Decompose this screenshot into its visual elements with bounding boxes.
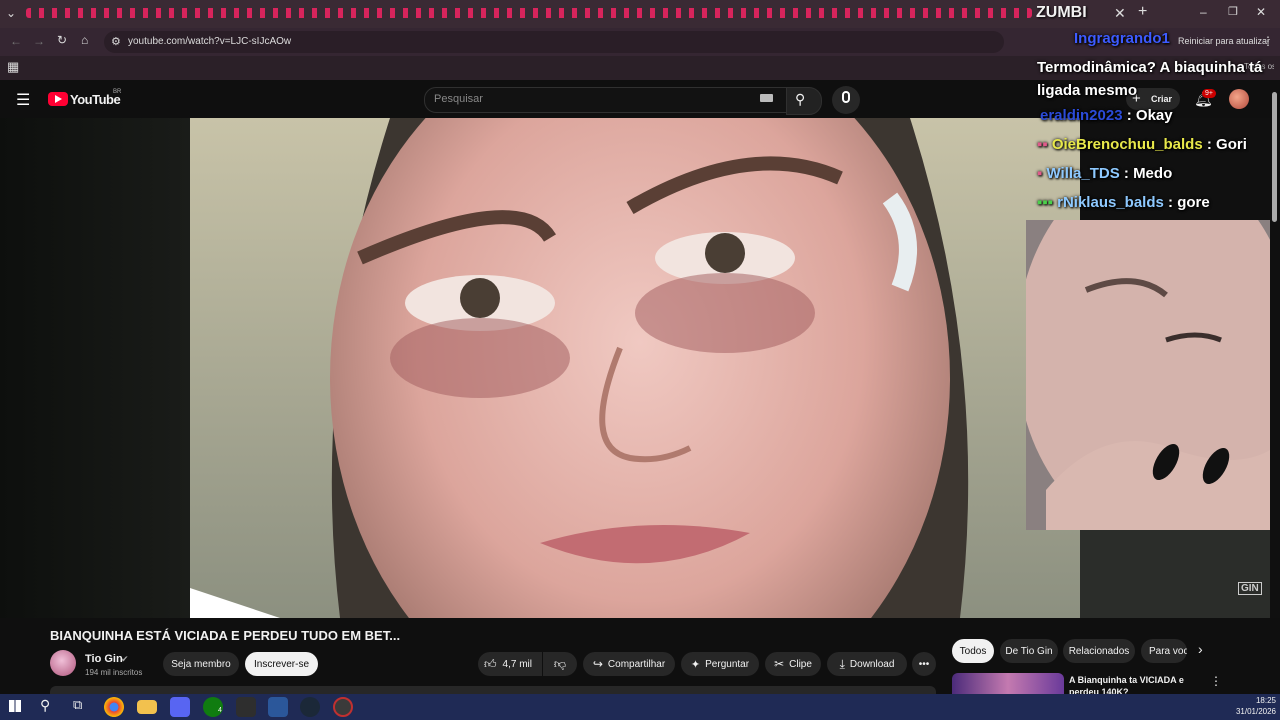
more-actions-icon[interactable]: •••: [912, 652, 936, 676]
chat-line-5: ▪︎▪︎▪︎ rNiklaus_balds : gore: [1037, 194, 1210, 211]
chat-username: Ingragrando1: [1074, 30, 1170, 47]
task-view-icon[interactable]: ⧉: [73, 697, 82, 713]
ask-button[interactable]: ✦ Perguntar: [681, 652, 759, 676]
discord-icon[interactable]: [170, 697, 190, 717]
chat-user-1: Ingragrando1: [1074, 30, 1170, 47]
webcam-overlay: [1026, 220, 1270, 530]
update-button[interactable]: Reiniciar para atualizar: [1178, 36, 1270, 46]
security-shield-icon[interactable]: [236, 697, 256, 717]
channel-avatar[interactable]: [50, 650, 76, 676]
chat-user-5: rNiklaus_balds: [1057, 194, 1164, 211]
clock[interactable]: 18:25 31/01/2026: [1232, 695, 1276, 717]
chat-message-3: Gori: [1216, 136, 1247, 153]
clock-date: 31/01/2026: [1235, 707, 1276, 716]
new-tab-icon[interactable]: +: [1138, 3, 1147, 21]
video-letterbox-left: [0, 118, 190, 618]
region-label: BR: [113, 89, 122, 95]
chat-user-4: Willa_TDS: [1046, 165, 1120, 182]
reload-icon[interactable]: ↻: [57, 33, 67, 47]
chat-line-3: ▪︎▪︎ OieBrenochuu_balds : Gori: [1037, 136, 1247, 153]
maximize-icon[interactable]: ❐: [1228, 5, 1238, 18]
chat-line-4: ▪︎ Willa_TDS : Medo: [1037, 165, 1173, 182]
clip-label: Clipe: [789, 658, 812, 670]
chat-badge-icon: ▪︎▪︎: [1037, 136, 1052, 153]
hamburger-menu-icon[interactable]: ☰: [16, 90, 30, 110]
minimize-icon[interactable]: –: [1200, 5, 1207, 19]
chat-message-1: Termodinâmica? A biaquinha tá ligada mes…: [1037, 59, 1263, 99]
youtube-logo-icon[interactable]: [48, 92, 68, 106]
url-text[interactable]: youtube.com/watch?v=LJC-sIJcAOw: [128, 36, 291, 47]
tab-list-chevron-icon[interactable]: ⌄: [6, 6, 16, 20]
sparkle-icon: ✦: [690, 658, 701, 671]
chat-badge-icon: ▪︎: [1037, 165, 1047, 182]
like-count: 4,7 mil: [502, 658, 532, 670]
chat-message-5: gore: [1177, 194, 1210, 211]
dislike-button[interactable]: 👎︎: [543, 652, 577, 676]
download-icon: ⤓: [839, 656, 845, 671]
chat-separator: :: [1122, 107, 1136, 124]
chip-from-channel[interactable]: De Tio Gin: [1000, 639, 1058, 663]
home-icon[interactable]: ⌂: [81, 33, 88, 47]
video-title: BIANQUINHA ESTÁ VICIADA E PERDEU TUDO EM…: [50, 628, 401, 643]
subscriber-count: 194 mil inscritos: [85, 668, 143, 677]
thumbs-up-icon: 👍︎: [484, 656, 497, 671]
clip-button[interactable]: ✂ Clipe: [765, 652, 821, 676]
keyboard-icon[interactable]: [760, 94, 773, 102]
chrome-icon[interactable]: [104, 697, 124, 717]
back-icon[interactable]: ←: [10, 34, 22, 48]
search-icon[interactable]: ⚲: [40, 697, 50, 714]
tab-list[interactable]: [26, 8, 1032, 18]
chat-message-4: Medo: [1133, 165, 1173, 182]
chat-user-2: eraldin2023: [1040, 107, 1123, 124]
recommended-title[interactable]: A Bianquinha ta VICIADA e perdeu 140K?: [1069, 674, 1199, 694]
download-button[interactable]: ⤓ Download: [827, 652, 907, 676]
chat-user-3: OieBrenochuu_balds: [1051, 136, 1203, 153]
search-placeholder[interactable]: Pesquisar: [434, 93, 483, 105]
search-icon[interactable]: ⚲: [795, 91, 805, 108]
scissors-icon: ✂: [774, 657, 785, 671]
windows-start-icon[interactable]: [9, 700, 21, 712]
chat-message-2: Okay: [1135, 107, 1173, 124]
close-tab-icon[interactable]: ✕: [1114, 5, 1126, 22]
site-info-icon[interactable]: ⚙: [111, 35, 121, 48]
channel-name[interactable]: Tio Gin: [85, 653, 123, 665]
chevron-right-icon[interactable]: ›: [1198, 641, 1203, 657]
chip-related[interactable]: Relacionados: [1063, 639, 1135, 663]
steam-icon[interactable]: [300, 697, 320, 717]
scrollbar[interactable]: [1272, 92, 1277, 222]
share-icon: ↪: [592, 657, 603, 671]
thumbs-down-icon: 👎︎: [553, 656, 567, 671]
menu-kebab-icon[interactable]: ⋮: [1262, 34, 1274, 48]
microphone-icon: [842, 91, 850, 103]
file-explorer-icon[interactable]: [137, 700, 157, 714]
video-thumbnail-face: [190, 118, 1080, 618]
stream-title: ZUMBI: [1036, 4, 1087, 21]
taskbar: [0, 694, 1280, 720]
chip-for-you[interactable]: Para você: [1141, 639, 1187, 663]
obs-icon[interactable]: [333, 697, 353, 717]
recommended-thumbnail[interactable]: [952, 673, 1064, 694]
join-button[interactable]: Seja membro: [163, 652, 239, 676]
like-button[interactable]: 👍︎ 4,7 mil: [478, 652, 542, 676]
clock-time: 18:25: [1255, 696, 1276, 705]
apps-grid-icon[interactable]: ▦: [7, 59, 19, 75]
share-button[interactable]: ↪ Compartilhar: [583, 652, 675, 676]
description-box[interactable]: [50, 686, 936, 694]
recommended-menu-icon[interactable]: ⋮: [1210, 674, 1222, 688]
download-label: Download: [849, 658, 895, 670]
channel-watermark: GIN: [1238, 582, 1262, 595]
word-icon[interactable]: [268, 697, 288, 717]
video-frame[interactable]: [190, 118, 1080, 618]
window-close-icon[interactable]: ✕: [1256, 5, 1266, 19]
verified-icon: ✔︎: [121, 654, 129, 664]
chip-all[interactable]: Todos: [952, 639, 994, 663]
ask-label: Perguntar: [705, 658, 750, 670]
chat-line-2: eraldin2023 : Okay: [1040, 107, 1173, 124]
chat-badge-icon: ▪︎▪︎▪︎: [1037, 194, 1058, 211]
xbox-badge: 4: [218, 707, 222, 714]
video-letterbox-right: [1080, 530, 1270, 618]
share-label: Compartilhar: [607, 658, 666, 670]
forward-icon[interactable]: →: [33, 34, 45, 48]
subscribe-button[interactable]: Inscrever-se: [245, 652, 318, 676]
